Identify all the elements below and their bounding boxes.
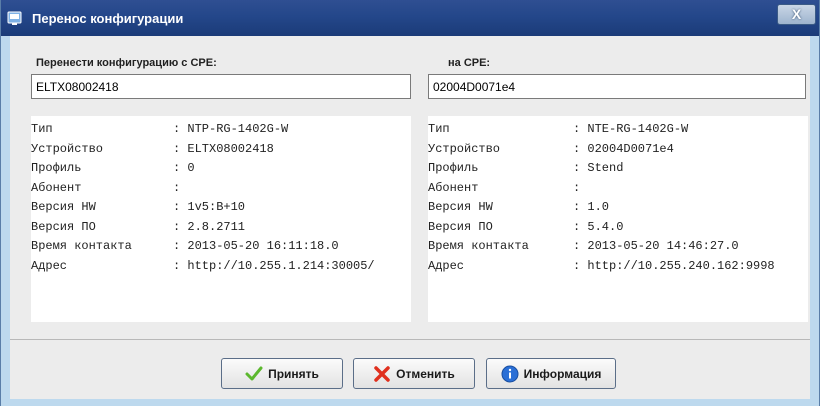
info-key: Тип	[31, 122, 53, 136]
info-key: Профиль	[31, 161, 82, 175]
info-row: Устройство : ELTX08002418	[31, 142, 411, 160]
info-value: : 0	[173, 161, 195, 175]
info-key: Устройство	[31, 141, 104, 156]
info-value: : 2013-05-20 16:11:18.0	[173, 239, 339, 253]
accept-button-label: Принять	[268, 366, 319, 381]
info-row: Время контакта : 2013-05-20 14:46:27.0	[428, 239, 808, 257]
app-icon	[7, 11, 22, 25]
info-row: Версия HW : 1v5:B+10	[31, 200, 411, 218]
info-value: : 2.8.2711	[173, 219, 246, 234]
cancel-button[interactable]: Отменить	[353, 358, 475, 389]
info-value: :	[173, 180, 181, 195]
info-row: Абонент:	[428, 181, 808, 199]
info-row: Версия ПО : 2.8.2711	[31, 220, 411, 238]
info-key: Время контакта	[31, 239, 132, 253]
info-key: Версия HW	[428, 200, 493, 214]
info-row: Адрес : http://10.255.1.214:30005/	[31, 259, 411, 277]
info-value: : 02004D0071e4	[573, 141, 674, 156]
info-key: Тип	[428, 122, 450, 136]
window-title: Перенос конфигурации	[32, 11, 184, 26]
info-value: : 1.0	[573, 200, 610, 214]
info-key: Устройство	[428, 141, 501, 156]
info-row: Тип : NTP-RG-1402G-W	[31, 122, 411, 140]
checkmark-icon	[245, 365, 263, 383]
target-info-panel: Тип : NTE-RG-1402G-W Устройство : 02004D007…	[428, 116, 808, 322]
info-value: : ELTX08002418	[173, 141, 274, 156]
info-row: Профиль : 0	[31, 161, 411, 179]
source-cpe-label: Перенести конфигурацию с CPE:	[36, 57, 217, 69]
info-row: Профиль : Stend	[428, 161, 808, 179]
info-value: : http://10.255.1.214:30005/	[173, 258, 375, 273]
source-cpe-input[interactable]: ELTX08002418	[31, 74, 411, 99]
source-info-panel: Тип : NTP-RG-1402G-W Устройство : ELTX08002…	[31, 116, 411, 322]
cross-icon	[373, 365, 391, 383]
info-value: : 5.4.0	[573, 219, 624, 234]
info-value: : 2013-05-20 14:46:27.0	[573, 239, 739, 253]
info-value: : Stend	[573, 161, 624, 175]
info-row: Версия HW : 1.0	[428, 200, 808, 218]
info-key: Абонент	[428, 180, 479, 195]
target-cpe-input[interactable]: 02004D0071e4	[428, 74, 806, 99]
info-row: Устройство : 02004D0071e4	[428, 142, 808, 160]
info-key: Версия ПО	[428, 219, 493, 234]
cancel-button-label: Отменить	[396, 366, 455, 381]
info-key: Версия HW	[31, 200, 96, 214]
footer-divider	[10, 339, 810, 340]
info-key: Версия ПО	[31, 219, 96, 234]
transfer-config-dialog: Перенос конфигурации X Перенести конфигу…	[0, 0, 820, 406]
target-cpe-label: на CPE:	[448, 57, 491, 69]
title-bar[interactable]: Перенос конфигурации X	[1, 0, 819, 36]
info-value: : NTE-RG-1402G-W	[573, 122, 689, 136]
info-row: Время контакта : 2013-05-20 16:11:18.0	[31, 239, 411, 257]
info-key: Абонент	[31, 180, 82, 195]
info-row: Абонент:	[31, 181, 411, 199]
info-value: : http://10.255.240.162:9998	[573, 258, 775, 273]
info-key: Адрес	[428, 258, 465, 273]
info-value: :	[573, 180, 581, 195]
info-row: Версия ПО : 5.4.0	[428, 220, 808, 238]
dialog-body: Перенести конфигурацию с CPE: ELTX080024…	[10, 36, 810, 399]
info-key: Профиль	[428, 161, 479, 175]
info-button-label: Информация	[523, 366, 602, 381]
info-key: Время контакта	[428, 239, 529, 253]
accept-button[interactable]: Принять	[221, 358, 343, 389]
info-key: Адрес	[31, 258, 68, 273]
close-button[interactable]: X	[777, 4, 816, 25]
info-value: : 1v5:B+10	[173, 200, 246, 214]
info-row: Тип : NTE-RG-1402G-W	[428, 122, 808, 140]
info-button[interactable]: Информация	[486, 358, 616, 389]
info-value: : NTP-RG-1402G-W	[173, 122, 289, 136]
info-icon	[501, 365, 519, 383]
info-row: Адрес : http://10.255.240.162:9998	[428, 259, 808, 277]
